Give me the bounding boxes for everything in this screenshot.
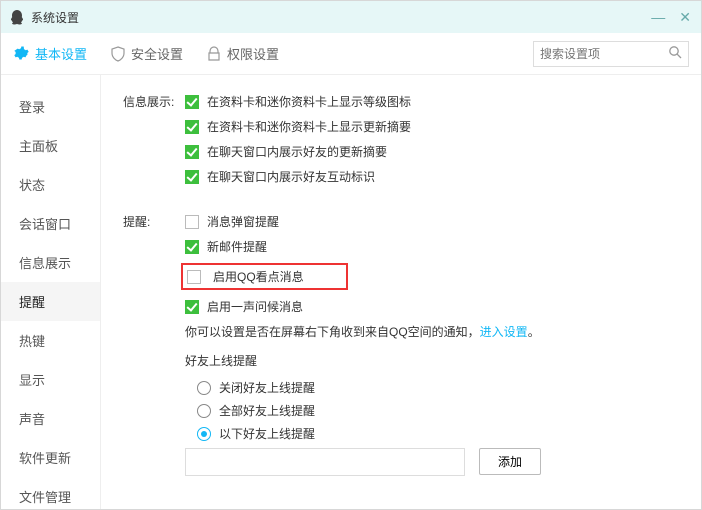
checkbox-row[interactable]: 在资料卡和迷你资料卡上显示更新摘要: [185, 118, 683, 135]
tab-security-settings[interactable]: 安全设置: [111, 33, 183, 75]
tab-label: 安全设置: [131, 44, 183, 63]
checkbox[interactable]: [185, 240, 199, 254]
checkbox-row[interactable]: 在资料卡和迷你资料卡上显示等级图标: [185, 93, 683, 110]
lock-icon: [207, 46, 221, 62]
toolbar: 基本设置 安全设置 权限设置: [1, 33, 701, 75]
gear-icon: [13, 46, 29, 62]
shield-icon: [111, 46, 125, 62]
checkbox[interactable]: [187, 270, 201, 284]
search-input[interactable]: [540, 47, 660, 61]
add-button[interactable]: 添加: [479, 448, 541, 475]
highlighted-option: 启用QQ看点消息: [181, 263, 348, 290]
title-bar: 系统设置 — ✕: [1, 1, 701, 33]
search-box[interactable]: [533, 41, 689, 67]
radio-row[interactable]: 全部好友上线提醒: [197, 402, 683, 419]
sidebar-item[interactable]: 状态: [1, 165, 100, 204]
sidebar-item[interactable]: 软件更新: [1, 438, 100, 477]
qzone-note: 你可以设置是否在屏幕右下角收到来自QQ空间的通知，进入设置。: [185, 323, 683, 340]
checkbox[interactable]: [185, 215, 199, 229]
search-icon[interactable]: [668, 45, 682, 62]
sidebar-item[interactable]: 登录: [1, 87, 100, 126]
section-reminder: 提醒: 消息弹窗提醒新邮件提醒启用QQ看点消息启用一声问候消息 你可以设置是否在…: [123, 213, 683, 476]
friend-online-subhead: 好友上线提醒: [185, 352, 683, 369]
sidebar-item[interactable]: 提醒: [1, 282, 100, 321]
checkbox-label: 启用一声问候消息: [207, 298, 303, 315]
minimize-icon[interactable]: —: [651, 10, 665, 24]
section-info-display: 信息展示: 在资料卡和迷你资料卡上显示等级图标在资料卡和迷你资料卡上显示更新摘要…: [123, 93, 683, 193]
checkbox-row[interactable]: 新邮件提醒: [185, 238, 683, 255]
section-label: 信息展示:: [123, 93, 185, 193]
sidebar-item[interactable]: 声音: [1, 399, 100, 438]
close-icon[interactable]: ✕: [679, 10, 691, 24]
sidebar: 登录主面板状态会话窗口信息展示提醒热键显示声音软件更新文件管理 ﹀: [1, 75, 101, 509]
radio[interactable]: [197, 427, 211, 441]
checkbox-label: 消息弹窗提醒: [207, 213, 279, 230]
checkbox-label: 新邮件提醒: [207, 238, 267, 255]
checkbox-row[interactable]: 消息弹窗提醒: [185, 213, 683, 230]
tab-label: 权限设置: [227, 44, 279, 63]
tab-basic-settings[interactable]: 基本设置: [13, 33, 87, 75]
sidebar-item[interactable]: 会话窗口: [1, 204, 100, 243]
sidebar-item[interactable]: 信息展示: [1, 243, 100, 282]
friend-online-listbox[interactable]: [185, 448, 465, 476]
sidebar-item[interactable]: 热键: [1, 321, 100, 360]
sidebar-item[interactable]: 文件管理: [1, 477, 100, 510]
checkbox-label: 在资料卡和迷你资料卡上显示更新摘要: [207, 118, 411, 135]
checkbox[interactable]: [185, 145, 199, 159]
checkbox-row[interactable]: 在聊天窗口内展示好友的更新摘要: [185, 143, 683, 160]
content-area: 信息展示: 在资料卡和迷你资料卡上显示等级图标在资料卡和迷你资料卡上显示更新摘要…: [101, 75, 701, 509]
sidebar-item[interactable]: 显示: [1, 360, 100, 399]
radio-label: 以下好友上线提醒: [219, 425, 315, 442]
tab-permission-settings[interactable]: 权限设置: [207, 33, 279, 75]
checkbox-label: 在聊天窗口内展示好友的更新摘要: [207, 143, 387, 160]
radio-label: 全部好友上线提醒: [219, 402, 315, 419]
radio-row[interactable]: 关闭好友上线提醒: [197, 379, 683, 396]
radio[interactable]: [197, 381, 211, 395]
radio[interactable]: [197, 404, 211, 418]
tab-label: 基本设置: [35, 44, 87, 63]
checkbox[interactable]: [185, 120, 199, 134]
checkbox-label: 启用QQ看点消息: [213, 268, 304, 285]
checkbox-row[interactable]: 启用QQ看点消息: [185, 263, 683, 290]
radio-label: 关闭好友上线提醒: [219, 379, 315, 396]
app-logo-icon: [9, 9, 25, 25]
window-title: 系统设置: [31, 9, 79, 26]
section-label: 提醒:: [123, 213, 185, 476]
enter-settings-link[interactable]: 进入设置: [480, 325, 528, 339]
checkbox-row[interactable]: 在聊天窗口内展示好友互动标识: [185, 168, 683, 185]
checkbox[interactable]: [185, 300, 199, 314]
checkbox[interactable]: [185, 95, 199, 109]
sidebar-item[interactable]: 主面板: [1, 126, 100, 165]
checkbox-row[interactable]: 启用一声问候消息: [185, 298, 683, 315]
checkbox[interactable]: [185, 170, 199, 184]
checkbox-label: 在资料卡和迷你资料卡上显示等级图标: [207, 93, 411, 110]
radio-row[interactable]: 以下好友上线提醒: [197, 425, 683, 442]
checkbox-label: 在聊天窗口内展示好友互动标识: [207, 168, 375, 185]
